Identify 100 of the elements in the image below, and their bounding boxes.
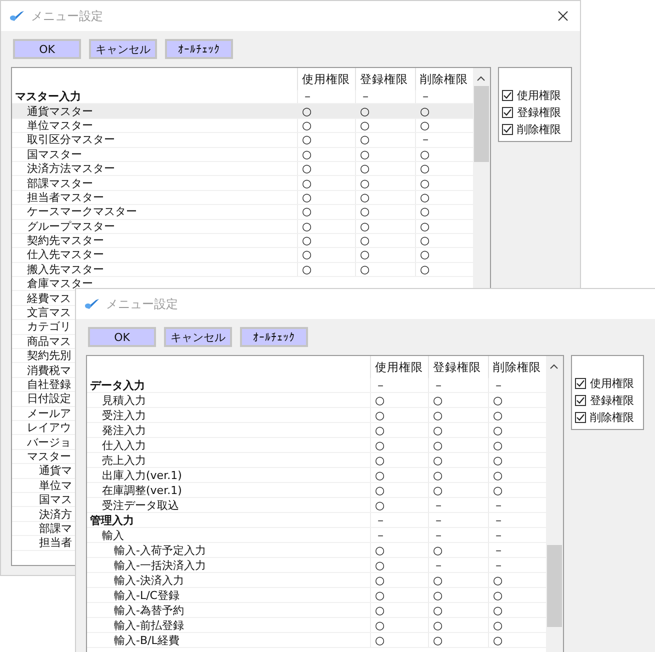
menu-label: 倉庫マスター [26, 277, 93, 290]
column-header[interactable]: 登録権限 [428, 356, 488, 378]
dialog-button[interactable]: OK [13, 39, 81, 59]
menu-row[interactable]: 契約先マスター ○ ○ ○ [12, 234, 473, 248]
menu-row[interactable]: 輸入 － － － [87, 528, 546, 543]
column-header[interactable]: 使用権限 [370, 356, 428, 378]
permission-cell: ○ [355, 190, 415, 204]
menu-label: 取引区分マスター [26, 133, 115, 146]
menu-label: 担当者 [38, 536, 72, 550]
menu-row[interactable]: 管理入力 － － － [87, 513, 546, 528]
menu-row[interactable]: 仕入先マスター ○ ○ ○ [12, 248, 473, 263]
menu-label: 通貨マスター [26, 104, 93, 118]
menu-row[interactable]: 仕入入力 ○ ○ ○ [87, 438, 546, 453]
permission-cell: ○ [297, 133, 355, 147]
dialog-button[interactable]: OK [88, 327, 156, 347]
menu-label: マスター入力 [14, 90, 81, 104]
menu-row[interactable]: 国マスター ○ ○ ○ [12, 148, 473, 162]
permission-cell: ○ [370, 543, 428, 557]
checkbox[interactable] [502, 90, 513, 101]
permission-cell: ○ [355, 118, 415, 132]
checkbox[interactable] [575, 378, 586, 389]
app-logo-icon [84, 298, 100, 310]
menu-row[interactable]: 輸入-決済入力 ○ ○ ○ [87, 573, 546, 588]
menu-row[interactable]: 輸入-為替予約 ○ ○ ○ [87, 603, 546, 618]
menu-label: 自社登録 [26, 378, 71, 391]
menu-row[interactable]: 通貨マスター ○ ○ ○ [12, 104, 473, 119]
permission-cell: ○ [355, 234, 415, 248]
menu-label: 受注入力 [101, 408, 146, 422]
menu-row[interactable]: 輸入-一括決済入力 ○ － － [87, 558, 546, 573]
checkbox-label: 登録権限 [590, 393, 634, 408]
permission-cell: ○ [297, 162, 355, 176]
permission-cell: ○ [355, 133, 415, 147]
checkbox[interactable] [575, 412, 586, 423]
checkbox-label: 登録権限 [517, 105, 561, 120]
permission-cell: － [428, 378, 488, 392]
menu-label: 発注入力 [101, 424, 146, 436]
menu-label: 輸入-L/C登録 [113, 588, 180, 602]
permission-cell: ○ [297, 118, 355, 132]
menu-row[interactable]: データ入力 － － － [87, 378, 546, 393]
menu-row[interactable]: 輸入-入荷予定入力 ○ ○ － [87, 543, 546, 558]
menu-label: 輸入-前払登録 [113, 618, 184, 632]
permission-cell: ○ [370, 453, 428, 467]
menu-row[interactable]: ケースマークマスター ○ ○ ○ [12, 205, 473, 220]
menu-row[interactable]: 売上入力 ○ ○ ○ [87, 453, 546, 468]
permission-cell: ○ [355, 205, 415, 219]
permission-cell: ○ [370, 483, 428, 497]
menu-label: 契約先別 [26, 349, 71, 362]
permission-cell: ○ [355, 176, 415, 190]
menu-row[interactable]: 輸入-前払登録 ○ ○ ○ [87, 618, 546, 633]
menu-row[interactable]: 決済方法マスター ○ ○ ○ [12, 162, 473, 176]
menu-row[interactable]: 輸入-B/L経費 ○ ○ ○ [87, 633, 546, 648]
checkbox-label: 使用権限 [517, 88, 561, 103]
menu-row[interactable]: 搬入先マスター ○ ○ ○ [12, 262, 473, 278]
permission-cell: ○ [297, 234, 355, 248]
scroll-up-icon[interactable] [477, 76, 485, 81]
permission-cell: ○ [297, 205, 355, 219]
menu-row[interactable]: 出庫入力(ver.1) ○ ○ ○ [87, 468, 546, 483]
menu-label: 担当者マスター [26, 190, 104, 204]
dialog-button[interactable]: ｵｰﾙﾁｪｯｸ [240, 327, 308, 347]
checkbox[interactable] [502, 107, 513, 118]
menu-row[interactable]: 発注入力 ○ ○ ○ [87, 423, 546, 438]
permission-cell: － [428, 513, 488, 527]
dialog-button[interactable]: キャンセル [164, 327, 232, 347]
menu-row[interactable]: 取引区分マスター ○ ○ － [12, 133, 473, 148]
menu-row[interactable]: 輸入-L/C登録 ○ ○ ○ [87, 588, 546, 603]
menu-label: 輸入-一括決済入力 [113, 558, 206, 572]
menu-row[interactable]: グループマスター ○ ○ ○ [12, 220, 473, 234]
menu-label: 仕入入力 [101, 438, 146, 452]
menu-row[interactable]: 見積入力 ○ ○ ○ [87, 393, 546, 408]
dialog-button[interactable]: ｵｰﾙﾁｪｯｸ [165, 39, 233, 59]
permission-cell: ○ [355, 248, 415, 262]
menu-label: 通貨マ [38, 464, 72, 478]
menu-label: 出庫入力(ver.1) [101, 468, 182, 482]
dialog-button[interactable]: キャンセル [89, 39, 157, 59]
permission-cell: － [370, 528, 428, 542]
close-icon[interactable] [558, 11, 568, 21]
menu-label: 輸入 [101, 528, 124, 542]
permission-cell: ○ [355, 148, 415, 161]
scrollbar[interactable] [546, 356, 563, 652]
permission-cell: ○ [297, 248, 355, 262]
checkbox[interactable] [502, 124, 513, 135]
permission-cell: ○ [428, 618, 488, 632]
permission-cell: － [370, 378, 428, 392]
permission-cell: ○ [297, 190, 355, 204]
menu-label: 売上入力 [101, 454, 146, 466]
menu-row[interactable]: 部課マスター ○ ○ ○ [12, 176, 473, 191]
checkbox[interactable] [575, 395, 586, 406]
scroll-thumb[interactable] [474, 86, 489, 162]
column-header[interactable]: 登録権限 [355, 68, 415, 90]
menu-label: 輸入-決済入力 [113, 574, 184, 586]
column-header[interactable]: 使用権限 [297, 68, 355, 90]
menu-row[interactable]: 受注データ取込 ○ － － [87, 498, 546, 513]
menu-row[interactable]: 受注入力 ○ ○ ○ [87, 408, 546, 423]
menu-row[interactable]: 在庫調整(ver.1) ○ ○ ○ [87, 483, 546, 498]
menu-label: 仕入先マスター [26, 248, 104, 262]
menu-label: 輸入-入荷予定入力 [113, 544, 206, 556]
menu-row[interactable]: 単位マスター ○ ○ ○ [12, 118, 473, 134]
menu-row[interactable]: 担当者マスター ○ ○ ○ [12, 190, 473, 206]
scroll-thumb[interactable] [547, 545, 562, 627]
scroll-up-icon[interactable] [550, 364, 558, 369]
